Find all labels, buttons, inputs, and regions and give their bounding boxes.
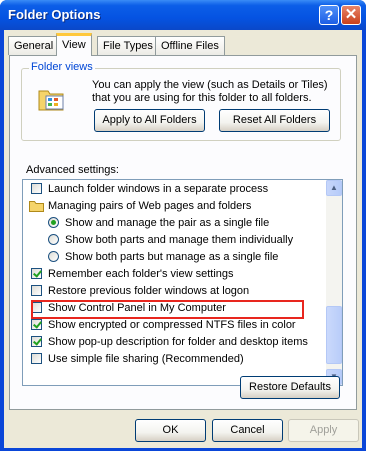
list-item-label: Managing pairs of Web pages and folders: [48, 200, 252, 212]
folder-options-window: Folder Options ? ✕ General View File Typ…: [0, 0, 366, 451]
list-item-label: Show and manage the pair as a single fil…: [65, 217, 270, 229]
single-file-radio[interactable]: [48, 217, 59, 228]
show-control-panel-checkbox[interactable]: [31, 302, 42, 313]
list-item-label: Remember each folder's view settings: [48, 268, 234, 280]
list-scrollbar[interactable]: ▲ ▼: [326, 180, 342, 385]
advanced-settings-list[interactable]: Launch folder windows in a separate proc…: [22, 179, 343, 386]
help-button[interactable]: ?: [319, 5, 339, 25]
simple-file-sharing-checkbox[interactable]: [31, 353, 42, 364]
list-item[interactable]: Show and manage the pair as a single fil…: [23, 215, 323, 232]
list-item-label: Show pop-up description for folder and d…: [48, 336, 308, 348]
list-item-label: Show both parts but manage as a single f…: [65, 251, 279, 263]
list-item[interactable]: Show Control Panel in My Computer: [23, 300, 323, 317]
title-bar[interactable]: Folder Options ? ✕: [0, 0, 366, 30]
list-item: Managing pairs of Web pages and folders: [23, 198, 323, 215]
folder-views-description: You can apply the view (such as Details …: [92, 79, 328, 104]
tab-offline-files[interactable]: Offline Files: [155, 36, 225, 55]
tab-file-types[interactable]: File Types: [97, 36, 159, 55]
list-item[interactable]: Show pop-up description for folder and d…: [23, 334, 323, 351]
remember-view-settings-checkbox[interactable]: [31, 268, 42, 279]
list-item-label: Use simple file sharing (Recommended): [48, 353, 244, 365]
popup-description-checkbox[interactable]: [31, 336, 42, 347]
cancel-button[interactable]: Cancel: [212, 419, 283, 442]
folder-views-label: Folder views: [29, 61, 95, 73]
reset-all-folders-button[interactable]: Reset All Folders: [219, 109, 330, 132]
list-item-label: Restore previous folder windows at logon: [48, 285, 250, 297]
both-parts-single-radio[interactable]: [48, 251, 59, 262]
apply-button[interactable]: Apply: [288, 419, 359, 442]
list-item[interactable]: Restore previous folder windows at logon: [23, 283, 323, 300]
list-item[interactable]: Show both parts and manage them individu…: [23, 232, 323, 249]
list-item-label: Launch folder windows in a separate proc…: [48, 183, 269, 195]
apply-to-all-folders-button[interactable]: Apply to All Folders: [94, 109, 205, 132]
ntfs-color-checkbox[interactable]: [31, 319, 42, 330]
advanced-settings-label: Advanced settings:: [26, 164, 119, 176]
folder-icon: [29, 201, 44, 212]
dialog-client-area: General View File Types Offline Files Fo…: [4, 30, 362, 448]
list-item[interactable]: Show encrypted or compressed NTFS files …: [23, 317, 323, 334]
individually-radio[interactable]: [48, 234, 59, 245]
list-item[interactable]: Remember each folder's view settings: [23, 266, 323, 283]
restore-defaults-button[interactable]: Restore Defaults: [240, 376, 340, 399]
list-item-label: Show Control Panel in My Computer: [48, 302, 226, 314]
ok-button[interactable]: OK: [135, 419, 206, 442]
folder-views-icon: [38, 90, 64, 111]
list-item[interactable]: Use simple file sharing (Recommended): [23, 351, 323, 368]
list-item[interactable]: Show both parts but manage as a single f…: [23, 249, 323, 266]
tab-general[interactable]: General: [8, 36, 60, 55]
scroll-up-button[interactable]: ▲: [326, 180, 342, 196]
close-button[interactable]: ✕: [341, 5, 361, 25]
scroll-thumb[interactable]: [326, 306, 342, 364]
restore-windows-checkbox[interactable]: [31, 285, 42, 296]
launch-separate-process-checkbox[interactable]: [31, 183, 42, 194]
window-title: Folder Options: [8, 7, 101, 22]
tab-view[interactable]: View: [56, 33, 92, 56]
list-item-label: Show encrypted or compressed NTFS files …: [48, 319, 296, 331]
list-item[interactable]: Launch folder windows in a separate proc…: [23, 181, 323, 198]
list-item-label: Show both parts and manage them individu…: [65, 234, 294, 246]
